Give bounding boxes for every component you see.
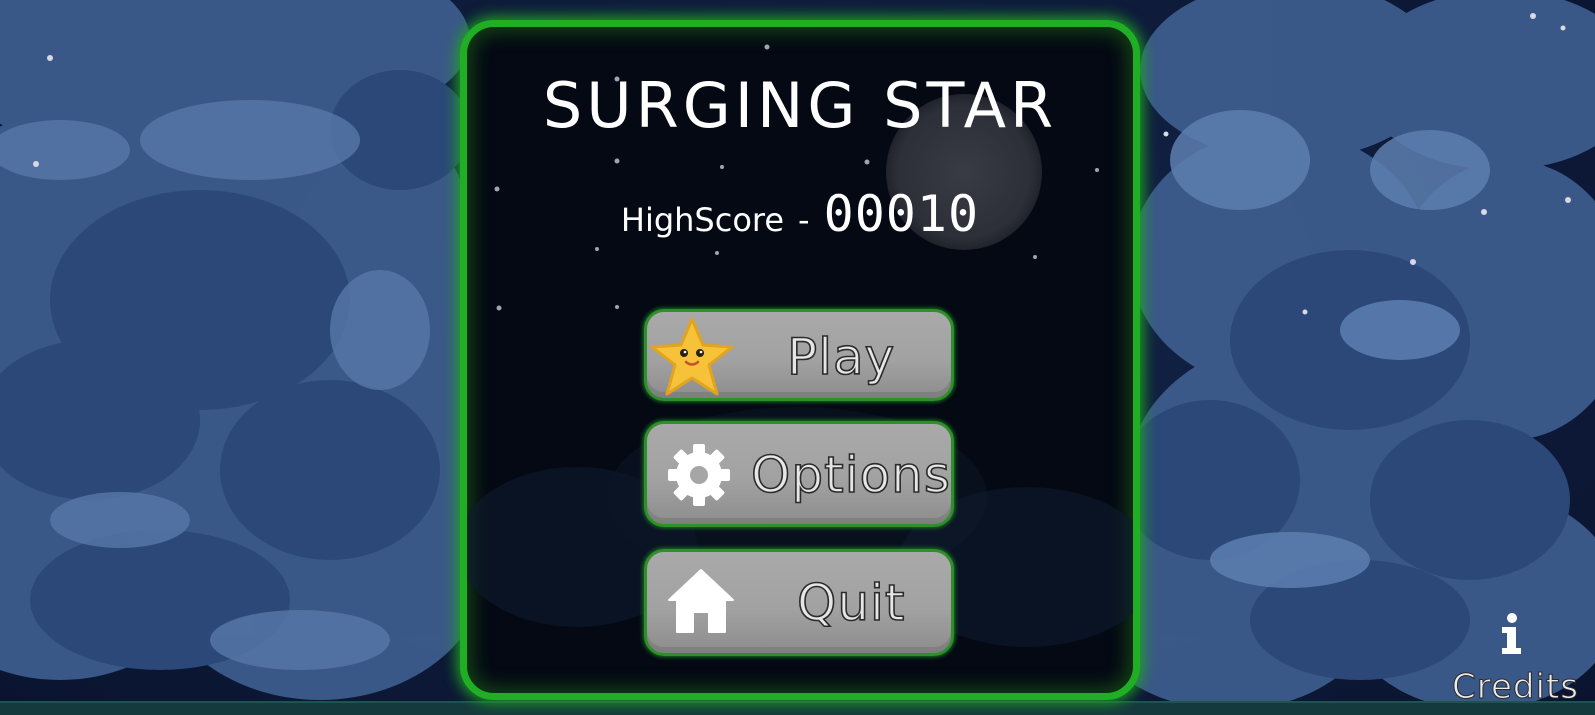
credits-button[interactable]: Credits	[1452, 608, 1579, 708]
play-button-label: Play	[786, 328, 896, 386]
gear-icon	[668, 444, 730, 506]
info-icon	[1502, 613, 1521, 654]
quit-button[interactable]: Quit	[644, 549, 954, 656]
home-icon	[668, 569, 734, 633]
ground-strip	[0, 701, 1595, 715]
game-screen: SURGING STAR HighScore - 00010 Play Opti…	[0, 0, 1595, 715]
credits-label: Credits	[1452, 667, 1579, 707]
options-button-label: Options	[750, 446, 951, 504]
quit-button-label: Quit	[796, 574, 906, 632]
highscore-display: HighScore - 00010	[467, 185, 1133, 243]
star-mascot-icon	[650, 317, 734, 396]
game-title: SURGING STAR	[542, 69, 1058, 142]
highscore-label: HighScore	[620, 201, 785, 239]
main-menu-panel: SURGING STAR HighScore - 00010 Play Opti…	[460, 20, 1140, 700]
highscore-value: 00010	[823, 185, 980, 243]
highscore-separator: -	[798, 201, 810, 239]
play-button[interactable]: Play	[644, 309, 954, 401]
options-button[interactable]: Options	[644, 421, 954, 527]
